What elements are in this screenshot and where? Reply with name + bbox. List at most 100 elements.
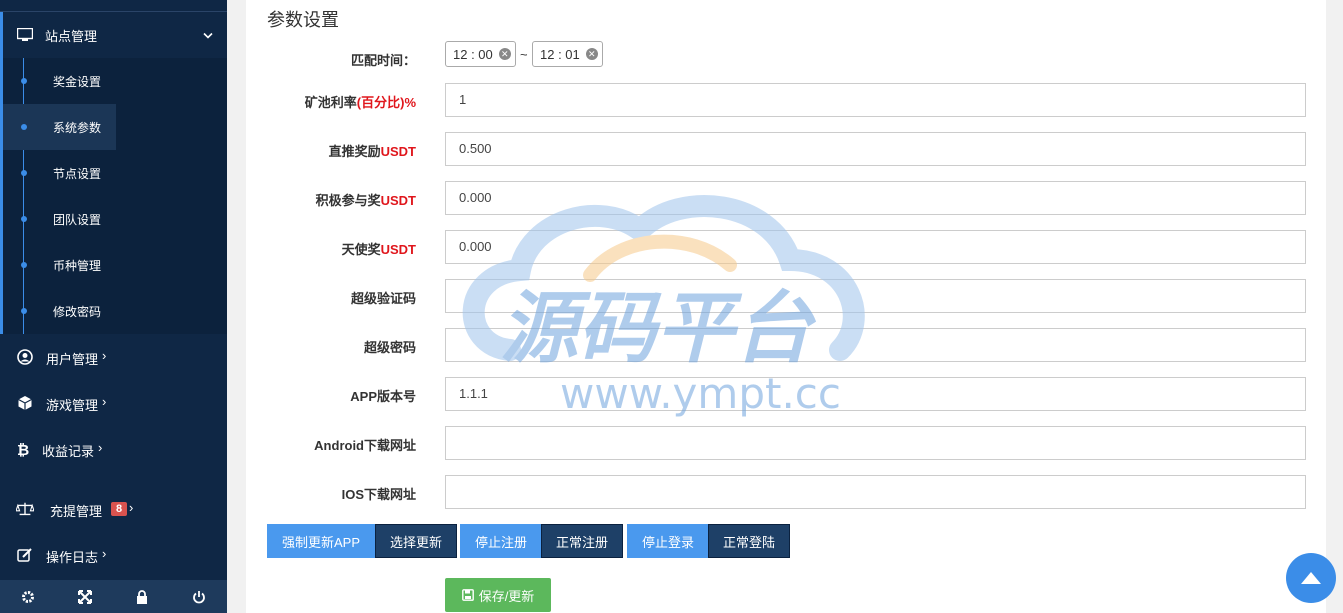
subitem-system-params[interactable]: 系统参数 (3, 104, 227, 150)
sidebar-item-user-management[interactable]: 用户管理 › (0, 334, 227, 380)
field-label-text: IOS下载网址 (341, 487, 416, 502)
chevron-right-icon: › (98, 440, 103, 455)
field-label-unit: USDT (380, 193, 416, 208)
subitem-change-password[interactable]: 修改密码 (3, 288, 227, 334)
chevron-down-icon (203, 28, 213, 43)
sidebar: 站点管理 奖金设置 系统参数 节点设置 团队设置 币种管理 修改密码 用户管理 … (0, 0, 227, 613)
start-time-input[interactable]: 12 : 00 ✕ (445, 41, 516, 67)
direct-reward-input[interactable]: 0.500 (445, 132, 1306, 166)
ios-url-label: IOS下载网址 (246, 484, 416, 503)
field-label-unit: (百分比)% (356, 95, 416, 110)
sidebar-item-game-management[interactable]: 游戏管理 › (0, 380, 227, 426)
sidebar-item-label: 操作日志 (46, 550, 99, 565)
chevron-right-icon: › (102, 546, 107, 561)
force-update-app-button[interactable]: 强制更新APP (267, 524, 375, 558)
app-version-input[interactable]: 1.1.1 (445, 377, 1306, 411)
subitem-bonus-settings[interactable]: 奖金设置 (3, 58, 227, 104)
field-label-text: 天使奖 (341, 242, 381, 257)
lock-icon[interactable] (114, 580, 171, 613)
super-code-input[interactable] (445, 279, 1306, 313)
user-circle-icon (16, 348, 34, 366)
pool-rate-label: 矿池利率(百分比)% (246, 92, 416, 111)
direct-reward-label: 直推奖励USDT (246, 141, 416, 160)
field-label-text: Android下载网址 (314, 438, 416, 453)
bullet-icon (21, 216, 27, 222)
subitem-team-settings[interactable]: 团队设置 (3, 196, 227, 242)
bullet-icon (21, 170, 27, 176)
field-label-text: 超级密码 (363, 340, 416, 355)
balance-scale-icon (16, 500, 34, 518)
svg-text:₿: ₿ (17, 441, 29, 457)
sidebar-footer (0, 580, 227, 613)
settings-panel: 参数设置 匹配时间： 12 : 00 ✕ ~ 12 : 01 ✕ 矿池利率(百分… (246, 0, 1326, 613)
chevron-right-icon: › (102, 348, 107, 363)
subitem-currency-management[interactable]: 币种管理 (3, 242, 227, 288)
start-time-value: 12 : 00 (453, 46, 493, 62)
notification-badge: 8 (111, 502, 128, 516)
sidebar-item-label: 游戏管理 (46, 398, 99, 413)
field-label-unit: USDT (380, 144, 416, 159)
save-icon (461, 589, 474, 601)
sidebar-item-earnings-records[interactable]: ₿ 收益记录 › (0, 426, 227, 472)
participation-award-input[interactable]: 0.000 (445, 181, 1306, 215)
submenu: 奖金设置 系统参数 节点设置 团队设置 币种管理 修改密码 (0, 58, 227, 334)
ios-url-input[interactable] (445, 475, 1306, 509)
bullet-icon (21, 124, 27, 130)
normal-login-button[interactable]: 正常登陆 (708, 524, 790, 558)
super-code-label: 超级验证码 (246, 288, 416, 307)
select-update-button[interactable]: 选择更新 (375, 524, 457, 558)
angel-award-input[interactable]: 0.000 (445, 230, 1306, 264)
scrollbar-track[interactable] (1326, 0, 1343, 613)
sidebar-item-deposit-withdraw[interactable]: 充提管理 8 › (0, 486, 227, 532)
scroll-to-top-button[interactable] (1286, 553, 1336, 603)
save-button-label: 保存/更新 (478, 588, 535, 604)
pool-rate-input[interactable]: 1 (445, 83, 1306, 117)
sidebar-item-label: 收益记录 (42, 444, 95, 459)
bullet-icon (21, 262, 27, 268)
normal-registration-button[interactable]: 正常注册 (541, 524, 623, 558)
super-password-label: 超级密码 (246, 337, 416, 356)
chevron-right-icon: › (129, 500, 134, 515)
subitem-node-settings[interactable]: 节点设置 (3, 150, 227, 196)
expand-icon[interactable] (57, 580, 114, 613)
monitor-icon (17, 28, 33, 42)
field-label-text: 矿池利率 (304, 95, 357, 110)
cube-icon (16, 394, 34, 412)
super-password-input[interactable] (445, 328, 1306, 362)
subitem-label: 团队设置 (53, 213, 102, 227)
power-icon[interactable] (170, 580, 227, 613)
caret-up-icon (1301, 572, 1321, 584)
edit-icon (16, 546, 34, 564)
subitem-label: 币种管理 (53, 259, 102, 273)
end-time-input[interactable]: 12 : 01 ✕ (532, 41, 603, 67)
field-label-text: APP版本号 (350, 389, 416, 404)
field-label-unit: USDT (380, 242, 416, 257)
clear-icon[interactable]: ✕ (498, 48, 511, 60)
stop-login-button[interactable]: 停止登录 (627, 524, 709, 558)
subitem-label: 奖金设置 (53, 75, 102, 89)
bullet-icon (21, 78, 27, 84)
chevron-right-icon: › (102, 394, 107, 409)
time-separator: ~ (520, 47, 528, 62)
sidebar-item-label: 充提管理 (50, 504, 103, 519)
bullet-icon (21, 308, 27, 314)
sidebar-item-label: 用户管理 (46, 352, 99, 367)
subitem-label: 节点设置 (53, 167, 102, 181)
sidebar-item-label: 站点管理 (45, 28, 98, 44)
clear-icon[interactable]: ✕ (585, 48, 598, 60)
bitcoin-icon: ₿ (14, 440, 32, 458)
page-title: 参数设置 (267, 10, 339, 30)
android-url-input[interactable] (445, 426, 1306, 460)
save-button[interactable]: 保存/更新 (445, 578, 551, 612)
stop-registration-button[interactable]: 停止注册 (460, 524, 542, 558)
sidebar-item-operation-log[interactable]: 操作日志 › (0, 532, 227, 578)
end-time-value: 12 : 01 (540, 46, 580, 62)
angel-award-label: 天使奖USDT (246, 239, 416, 258)
field-label-text: 积极参与奖 (315, 193, 381, 208)
participation-award-label: 积极参与奖USDT (246, 190, 416, 209)
subitem-label: 系统参数 (53, 121, 102, 135)
app-version-label: APP版本号 (246, 386, 416, 405)
gear-icon[interactable] (0, 580, 57, 613)
field-label-text: 直推奖励 (328, 144, 381, 159)
sidebar-item-site-management[interactable]: 站点管理 (0, 12, 227, 58)
